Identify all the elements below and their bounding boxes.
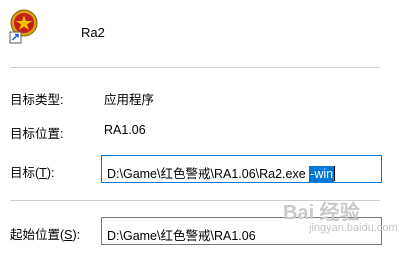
watermark-text: Bai 经验 (283, 202, 360, 224)
target-type-label: 目标类型: (10, 93, 64, 107)
shortcut-arrow-icon (9, 31, 22, 44)
target-type-value: 应用程序 (104, 93, 155, 107)
start-in-label-suffix: ): (72, 228, 81, 242)
red-alert-emblem-icon (9, 9, 38, 44)
target-field[interactable]: D:\Game\红色警戒\RA1.06\Ra2.exe -win (101, 155, 382, 183)
app-name: Ra2 (81, 25, 105, 40)
target-label-suffix: ): (46, 166, 55, 180)
divider (10, 67, 380, 68)
app-icon (9, 9, 39, 45)
start-in-label: 起始位置(S): (10, 224, 80, 243)
watermark: Bai 经验 jingyan.baidu.com (283, 196, 403, 242)
target-label: 目标(T): (10, 162, 54, 181)
text-caret (334, 166, 336, 181)
start-in-label-prefix: 起始位置( (10, 228, 65, 242)
start-in-field-text: D:\Game\红色警戒\RA1.06 (107, 229, 256, 243)
target-field-text: D:\Game\红色警戒\RA1.06\Ra2.exe (107, 167, 310, 181)
target-location-label: 目标位置: (10, 127, 64, 141)
start-in-label-hotkey: S (64, 228, 73, 242)
target-label-prefix: 目标( (10, 166, 40, 180)
target-label-hotkey: T (39, 166, 47, 180)
target-location-value: RA1.06 (104, 123, 146, 137)
target-field-selection: -win (309, 166, 335, 182)
watermark-subtext: jingyan.baidu.com (309, 222, 398, 234)
